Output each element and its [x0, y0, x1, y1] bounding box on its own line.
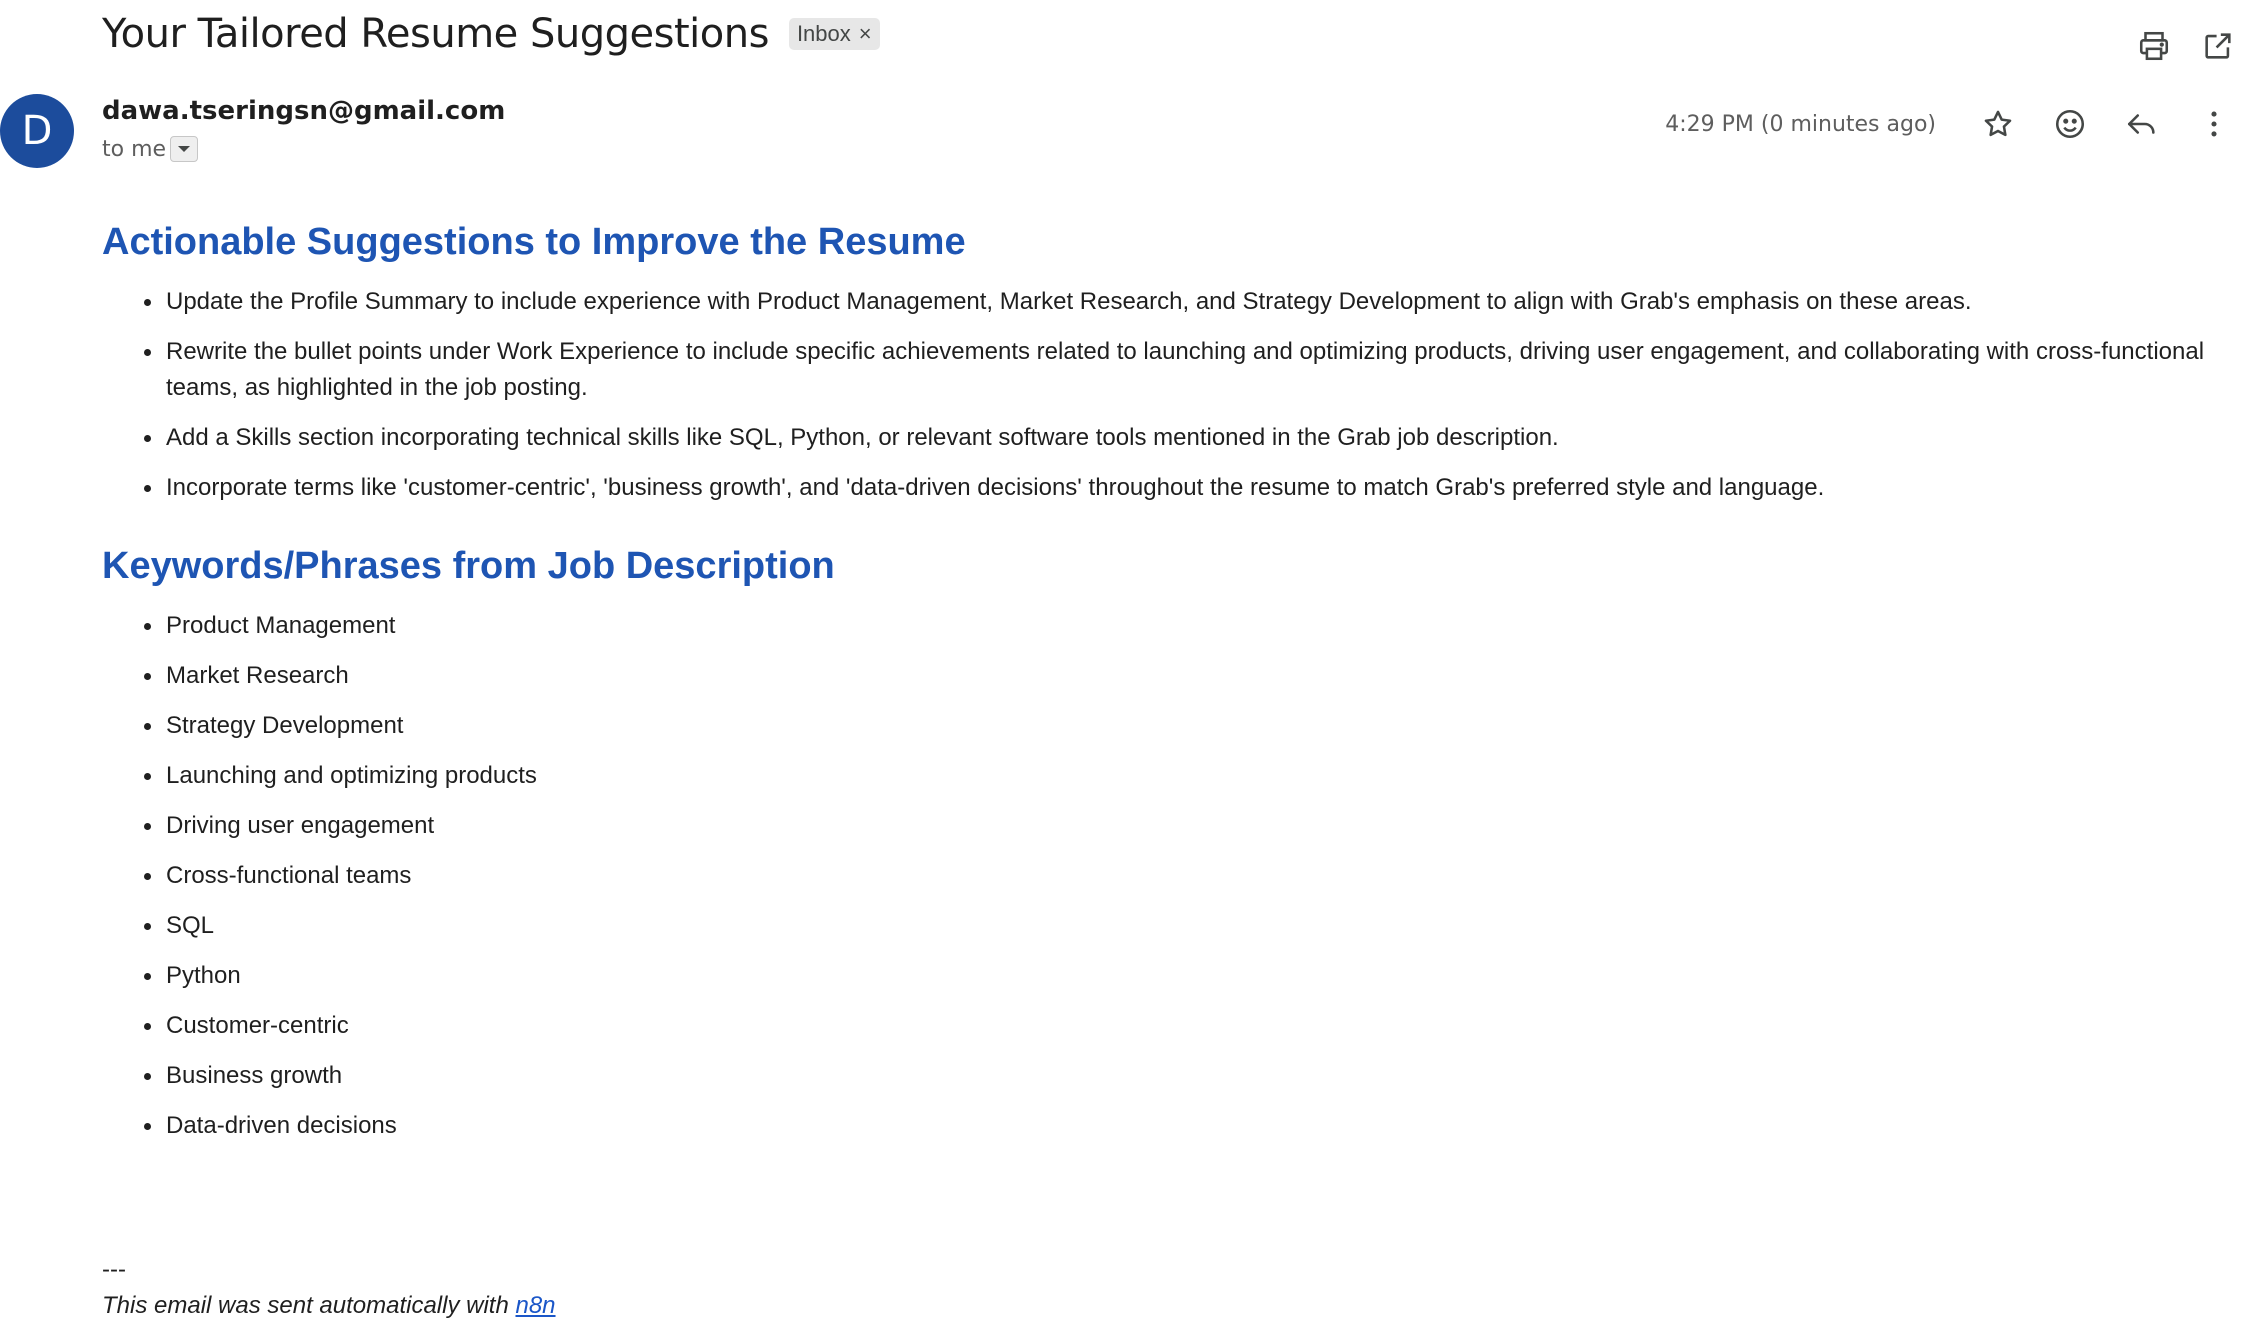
top-actions: [2122, 14, 2250, 78]
signature-text: This email was sent automatically with: [102, 1292, 516, 1319]
footer-signature: This email was sent automatically with n…: [102, 1288, 556, 1324]
star-button[interactable]: [1962, 88, 2034, 160]
open-in-new-window-button[interactable]: [2186, 14, 2250, 78]
more-options-button[interactable]: [2178, 88, 2250, 160]
sender-email[interactable]: dawa.tseringsn@gmail.com: [102, 96, 505, 126]
keywords-list: Product Management Market Research Strat…: [102, 608, 2242, 1144]
list-item: Business growth: [102, 1058, 2242, 1094]
list-item: Data-driven decisions: [102, 1108, 2242, 1144]
list-item: Driving user engagement: [102, 808, 2242, 844]
reply-button[interactable]: [2106, 88, 2178, 160]
list-item: Rewrite the bullet points under Work Exp…: [102, 334, 2242, 406]
print-button[interactable]: [2122, 14, 2186, 78]
list-item: Customer-centric: [102, 1008, 2242, 1044]
list-item: Update the Profile Summary to include ex…: [102, 284, 2242, 320]
section-heading-suggestions: Actionable Suggestions to Improve the Re…: [102, 221, 966, 263]
recipient-text: to me: [102, 136, 167, 162]
open-in-new-window-icon: [2205, 33, 2231, 59]
caret-down-icon: [178, 146, 191, 152]
suggestions-list: Update the Profile Summary to include ex…: [102, 284, 2242, 506]
add-reaction-button[interactable]: [2034, 88, 2106, 160]
list-item: Cross-functional teams: [102, 858, 2242, 894]
list-item: Python: [102, 958, 2242, 994]
list-item: Launching and optimizing products: [102, 758, 2242, 794]
recipient-row: to me: [102, 136, 199, 162]
email-subject: Your Tailored Resume Suggestions: [102, 11, 769, 57]
show-details-button[interactable]: [170, 136, 199, 162]
email-view: Your Tailored Resume Suggestions Inbox ×…: [0, 0, 2250, 1330]
subject-row: Your Tailored Resume Suggestions Inbox ×: [102, 8, 880, 60]
reply-icon: [2127, 114, 2155, 134]
list-item: Product Management: [102, 608, 2242, 644]
sender-avatar[interactable]: D: [0, 94, 74, 168]
message-timestamp: 4:29 PM (0 minutes ago): [1665, 111, 1936, 137]
emoji-reaction-icon: [2055, 109, 2085, 139]
inbox-label-chip[interactable]: Inbox ×: [788, 18, 880, 50]
section-heading-keywords: Keywords/Phrases from Job Description: [102, 545, 835, 587]
n8n-link[interactable]: n8n: [515, 1292, 555, 1319]
print-icon: [2139, 31, 2169, 61]
email-footer: --- This email was sent automatically wi…: [102, 1252, 556, 1324]
more-vertical-icon: [2211, 111, 2217, 137]
list-item: SQL: [102, 908, 2242, 944]
list-item: Strategy Development: [102, 708, 2242, 744]
footer-separator: ---: [102, 1256, 126, 1283]
remove-label-button[interactable]: ×: [859, 23, 872, 45]
list-item: Incorporate terms like 'customer-centric…: [102, 470, 2242, 506]
list-item: Add a Skills section incorporating techn…: [102, 420, 2242, 456]
star-icon: [1984, 110, 2012, 137]
label-text: Inbox: [796, 21, 851, 46]
message-actions: 4:29 PM (0 minutes ago): [1665, 88, 2250, 160]
email-body: Actionable Suggestions to Improve the Re…: [102, 214, 2242, 1158]
list-item: Market Research: [102, 658, 2242, 694]
